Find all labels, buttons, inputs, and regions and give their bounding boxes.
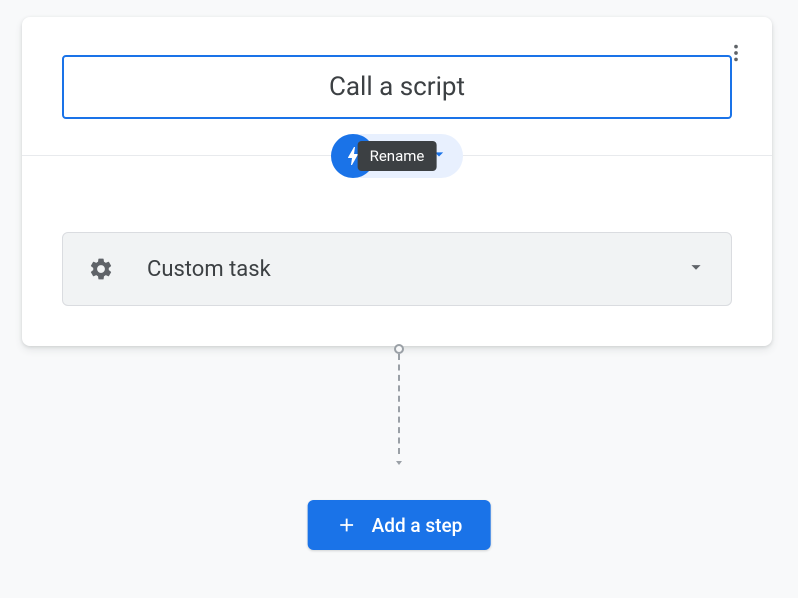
task-label: Custom task [147, 257, 685, 282]
task-row: Custom task [62, 232, 732, 306]
plus-icon [336, 514, 358, 536]
connector-line [398, 354, 400, 454]
connector-arrow [393, 454, 405, 473]
automation-title-input[interactable] [62, 55, 732, 119]
automation-card: Pick Rename Custom task [22, 17, 772, 346]
rename-tooltip: Rename [358, 141, 437, 171]
connector-node [394, 344, 404, 354]
chevron-down-icon [393, 457, 405, 469]
task-caret [685, 256, 707, 282]
add-step-label: Add a step [372, 514, 463, 537]
card-header [22, 17, 772, 139]
task-icon-wrapper [87, 255, 115, 283]
gear-icon [88, 256, 114, 282]
more-options-button[interactable] [720, 37, 752, 69]
caret-down-icon [685, 256, 707, 278]
trigger-row: Pick Rename [22, 134, 772, 178]
connector [393, 344, 405, 473]
task-select[interactable]: Custom task [62, 232, 732, 306]
trigger-chip[interactable]: Pick Rename [331, 134, 464, 178]
add-step-button[interactable]: Add a step [308, 500, 491, 550]
more-vert-icon [725, 42, 747, 64]
